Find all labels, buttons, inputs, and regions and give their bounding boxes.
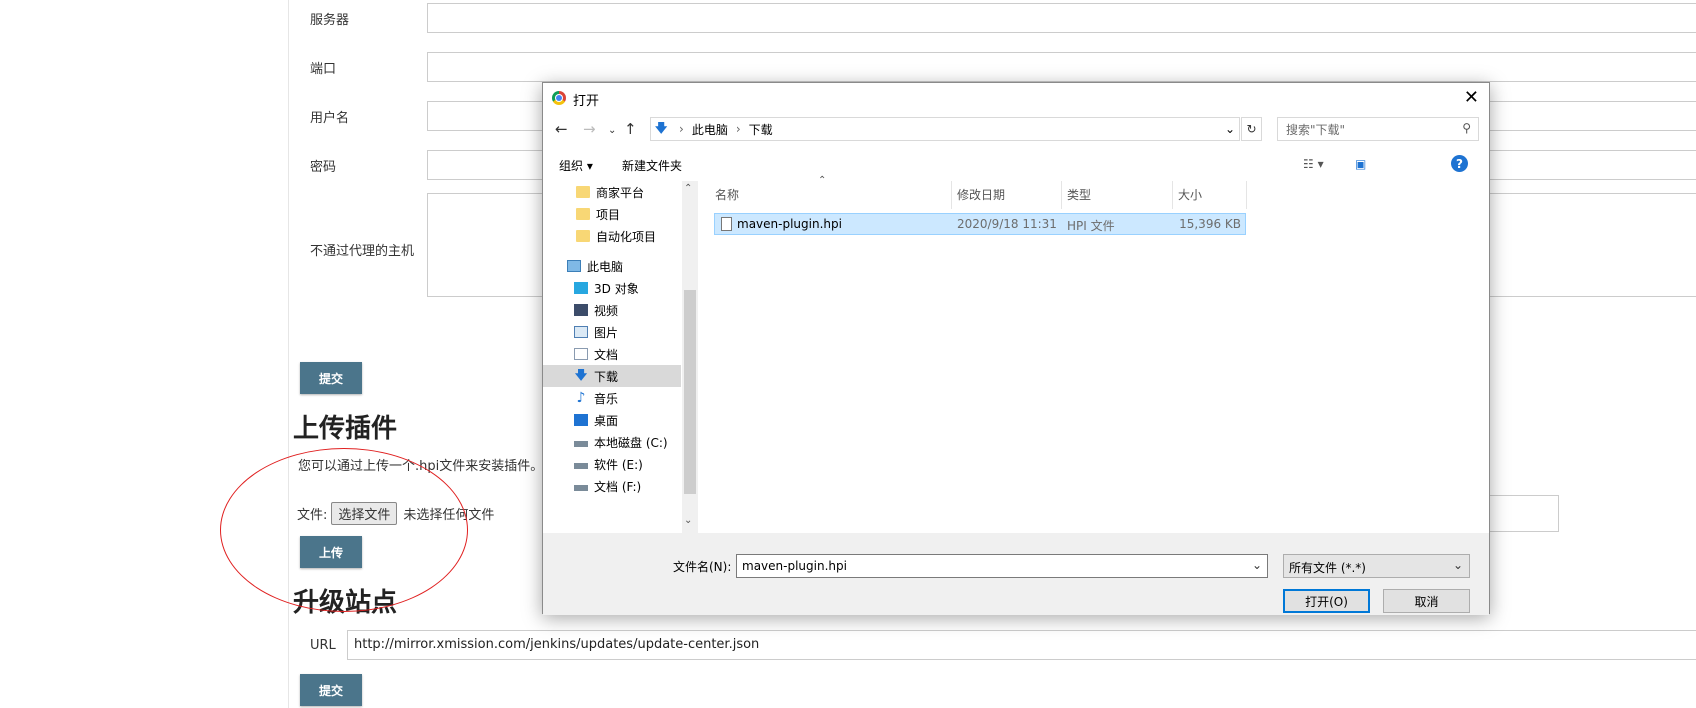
annotation-circle xyxy=(220,448,468,612)
file-input-box xyxy=(1487,495,1559,532)
nav-item-projects[interactable]: 项目 xyxy=(543,203,681,225)
pictures-icon xyxy=(574,326,588,338)
back-arrow-icon[interactable]: ← xyxy=(555,120,568,138)
column-header-name[interactable]: 名称 xyxy=(715,186,739,203)
folder-icon xyxy=(576,230,590,242)
close-icon[interactable]: ✕ xyxy=(1464,87,1479,108)
noproxy-label: 不通过代理的主机 xyxy=(310,244,415,259)
column-header-date[interactable]: 修改日期 xyxy=(957,186,1005,203)
dialog-toolbar: 组织 ▾ 新建文件夹 ☷ ▾ ▣ xyxy=(543,147,1489,181)
scroll-up-icon[interactable]: ⌃ xyxy=(684,183,692,194)
nav-item-drive-c[interactable]: 本地磁盘 (C:) xyxy=(543,431,681,453)
breadcrumb-downloads[interactable]: 下载 xyxy=(749,121,773,138)
new-folder-button[interactable]: 新建文件夹 xyxy=(622,157,682,174)
nav-item-merchant-platform[interactable]: 商家平台 xyxy=(543,181,681,203)
password-label: 密码 xyxy=(310,160,337,175)
desktop-icon xyxy=(574,414,588,426)
filetype-select[interactable]: 所有文件 (*.*) ⌄ xyxy=(1283,554,1470,578)
proxy-submit-button[interactable]: 提交 xyxy=(300,362,362,394)
refresh-icon[interactable]: ↻ xyxy=(1241,117,1262,141)
drive-icon xyxy=(574,441,588,447)
upload-plugin-heading: 上传插件 xyxy=(293,414,398,444)
nav-item-downloads[interactable]: 🡇 下载 xyxy=(543,365,681,387)
nav-item-desktop[interactable]: 桌面 xyxy=(543,409,681,431)
url-label: URL xyxy=(310,638,336,653)
sort-up-icon: ⌃ xyxy=(818,175,827,186)
nav-item-pictures[interactable]: 图片 xyxy=(543,321,681,343)
documents-icon xyxy=(574,348,588,360)
dialog-bottom-bar: 文件名(N): maven-plugin.hpi ⌄ 所有文件 (*.*) ⌄ … xyxy=(543,533,1489,615)
preview-pane-icon[interactable]: ▣ xyxy=(1355,157,1366,171)
file-icon xyxy=(721,217,732,231)
nav-item-3d-objects[interactable]: 3D 对象 xyxy=(543,277,681,299)
file-row[interactable]: maven-plugin.hpi 2020/9/18 11:31 HPI 文件 … xyxy=(714,213,1246,235)
help-icon[interactable]: ? xyxy=(1451,155,1468,172)
dialog-titlebar: 打开 ✕ xyxy=(543,83,1489,113)
file-type: HPI 文件 xyxy=(1067,219,1115,233)
drive-icon xyxy=(574,485,588,491)
address-dropdown-icon[interactable]: ⌄ xyxy=(1225,122,1235,136)
nav-item-this-pc[interactable]: 此电脑 xyxy=(543,255,681,277)
file-date: 2020/9/18 11:31 xyxy=(957,217,1057,231)
filename-input[interactable]: maven-plugin.hpi ⌄ xyxy=(736,554,1268,578)
video-icon xyxy=(574,304,588,316)
breadcrumb-this-pc[interactable]: 此电脑 xyxy=(692,121,728,138)
dialog-title: 打开 xyxy=(573,94,600,109)
up-arrow-icon[interactable]: ↑ xyxy=(624,120,637,138)
port-input[interactable] xyxy=(427,52,1696,82)
cancel-button[interactable]: 取消 xyxy=(1383,589,1470,613)
nav-item-videos[interactable]: 视频 xyxy=(543,299,681,321)
filetype-dropdown-icon: ⌄ xyxy=(1452,558,1463,572)
update-site-submit-button[interactable]: 提交 xyxy=(300,674,362,706)
chrome-icon xyxy=(552,91,566,105)
open-file-dialog: 打开 ✕ ← → ⌄ ↑ 🡇 › 此电脑 › 下载 ⌄ ↻ 搜索"下载" ⚲ 组… xyxy=(542,82,1490,615)
pc-icon xyxy=(567,260,581,272)
column-header-size[interactable]: 大小 xyxy=(1178,186,1202,203)
download-location-icon: 🡇 xyxy=(655,120,668,135)
nav-item-music[interactable]: ♪ 音乐 xyxy=(543,387,681,409)
nav-item-drive-f[interactable]: 文档 (F:) xyxy=(543,475,681,497)
column-header-type[interactable]: 类型 xyxy=(1067,186,1091,203)
server-label: 服务器 xyxy=(310,13,350,28)
nav-scrollbar-thumb[interactable] xyxy=(684,290,696,494)
download-icon: 🡇 xyxy=(574,367,588,382)
folder-icon xyxy=(576,208,590,220)
filename-dropdown-icon[interactable]: ⌄ xyxy=(1252,558,1262,572)
search-icon: ⚲ xyxy=(1462,121,1471,135)
organize-menu[interactable]: 组织 ▾ xyxy=(559,157,593,174)
view-options-icon[interactable]: ☷ ▾ xyxy=(1303,157,1324,171)
username-label: 用户名 xyxy=(310,111,350,126)
search-input[interactable]: 搜索"下载" ⚲ xyxy=(1277,117,1479,141)
recent-chevron-icon[interactable]: ⌄ xyxy=(608,125,616,136)
drive-icon xyxy=(574,463,588,469)
address-bar[interactable]: 🡇 › 此电脑 › 下载 ⌄ xyxy=(650,117,1240,141)
3d-objects-icon xyxy=(574,282,588,294)
filename-label: 文件名(N): xyxy=(673,560,732,574)
music-icon: ♪ xyxy=(576,390,586,406)
scroll-down-icon[interactable]: ⌄ xyxy=(684,515,692,526)
port-label: 端口 xyxy=(310,62,337,77)
update-site-url-input[interactable]: http://mirror.xmission.com/jenkins/updat… xyxy=(347,630,1696,660)
nav-item-automation-projects[interactable]: 自动化项目 xyxy=(543,225,681,247)
folder-icon xyxy=(576,186,590,198)
file-name: maven-plugin.hpi xyxy=(737,217,842,231)
open-button[interactable]: 打开(O) xyxy=(1283,589,1370,613)
file-size: 15,396 KB xyxy=(1179,217,1241,231)
forward-arrow-icon[interactable]: → xyxy=(583,120,596,138)
navigation-pane: 商家平台 项目 自动化项目 此电脑 3D 对象 视频 图片 文档 🡇 下载 ♪ … xyxy=(543,181,698,533)
nav-item-documents[interactable]: 文档 xyxy=(543,343,681,365)
nav-item-drive-e[interactable]: 软件 (E:) xyxy=(543,453,681,475)
server-input[interactable] xyxy=(427,3,1696,33)
